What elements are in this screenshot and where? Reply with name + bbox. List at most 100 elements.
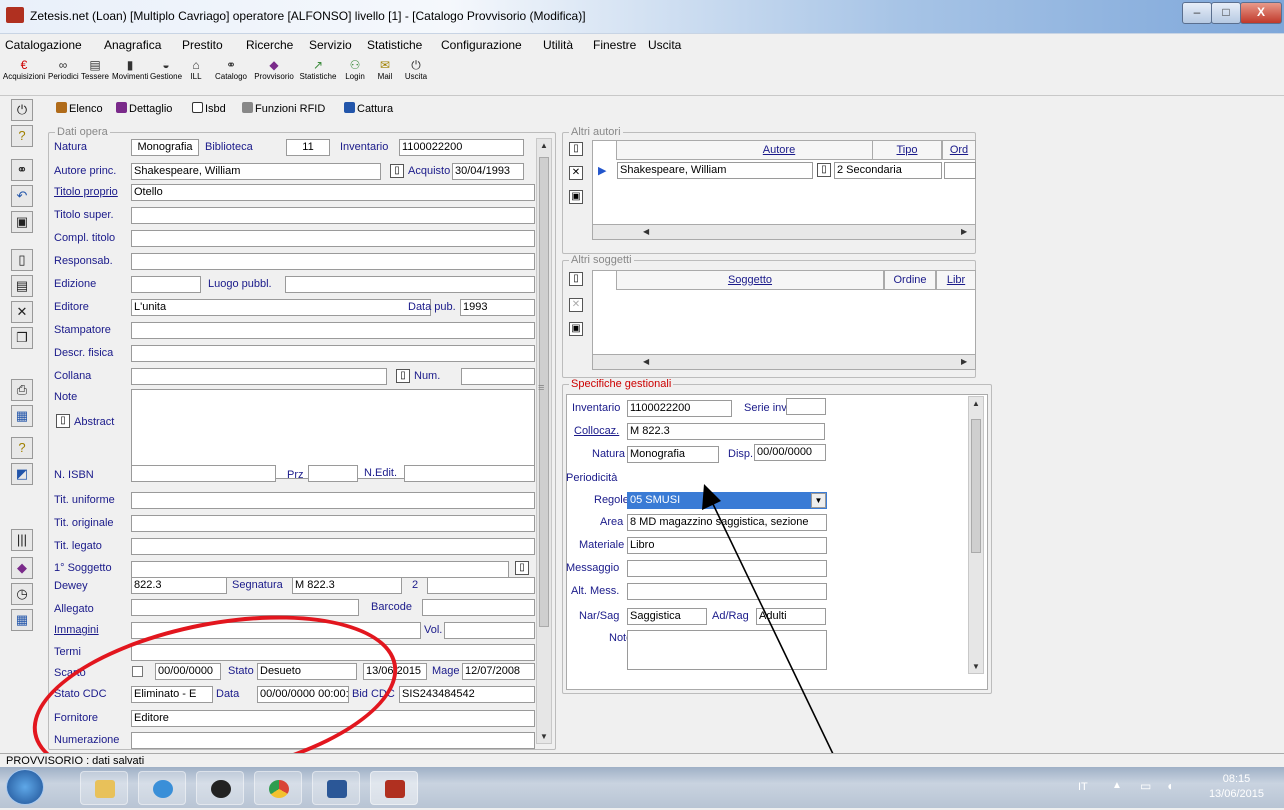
edizione-field[interactable] <box>131 276 201 293</box>
col-ordine[interactable]: Ordine <box>884 270 936 290</box>
collocaz-field[interactable]: M 822.3 <box>627 423 825 440</box>
toolbar-catalogo[interactable]: ⚭ Catalogo <box>212 58 250 94</box>
copy-icon[interactable]: ❐ <box>11 327 33 349</box>
taskbar-chrome[interactable] <box>254 771 302 805</box>
new-icon[interactable]: ▯ <box>569 272 583 286</box>
soggetto-field[interactable] <box>131 561 509 578</box>
soggetti-hscroll[interactable]: ◀ ▶ <box>592 354 976 370</box>
responsab-field[interactable] <box>131 253 535 270</box>
prz-field[interactable] <box>308 465 358 482</box>
toolbar-periodici[interactable]: ∞ Periodici <box>48 58 79 94</box>
save-icon[interactable]: ▣ <box>569 190 583 204</box>
immagini-label[interactable]: Immagini <box>54 624 99 636</box>
num-field[interactable] <box>461 368 535 385</box>
taskbar-zetesis[interactable] <box>370 771 418 805</box>
tit-legato-field[interactable] <box>131 538 535 555</box>
autore-cell[interactable]: Shakespeare, William <box>617 162 813 179</box>
new-icon[interactable]: ▯ <box>56 414 70 428</box>
new-icon[interactable]: ▯ <box>515 561 529 575</box>
toolbar-uscita[interactable]: ⏻ Uscita <box>402 58 430 94</box>
stampatore-field[interactable] <box>131 322 535 339</box>
collana-field[interactable] <box>131 368 387 385</box>
menu-statistiche[interactable]: Statistiche <box>367 38 422 52</box>
scroll-thumb[interactable] <box>971 419 981 553</box>
power-icon[interactable]: ⏻ <box>11 99 33 121</box>
taskbar-explorer[interactable] <box>80 771 128 805</box>
segnatura-field[interactable]: M 822.3 <box>292 577 402 594</box>
clock[interactable]: 08:15 13/06/2015 <box>1209 772 1264 802</box>
toolbar-statistiche[interactable]: ↗ Statistiche <box>298 58 338 94</box>
menu-servizio[interactable]: Servizio <box>309 38 352 52</box>
delete-icon[interactable]: ✕ <box>569 166 583 180</box>
menu-ricerche[interactable]: Ricerche <box>246 38 293 52</box>
toolbar-login[interactable]: ⚇ Login <box>342 58 368 94</box>
autori-hscroll[interactable]: ◀ ▶ <box>592 224 976 240</box>
records2-icon[interactable]: ▦ <box>11 609 33 631</box>
taskbar-word[interactable] <box>312 771 360 805</box>
volume-icon[interactable]: ◖ <box>1166 779 1173 793</box>
taskbar-spotify[interactable] <box>196 771 244 805</box>
natura-field[interactable]: Monografia <box>131 139 199 156</box>
new-icon[interactable]: ▯ <box>817 163 831 177</box>
toolbar-tessere[interactable]: ▤ Tessere <box>80 58 110 94</box>
acquisto-field[interactable]: 30/04/1993 <box>452 163 524 180</box>
save-icon[interactable]: ▣ <box>11 211 33 233</box>
delete-icon[interactable]: ✕ <box>569 298 583 312</box>
vol-field[interactable] <box>444 622 535 639</box>
tit-originale-field[interactable] <box>131 515 535 532</box>
biblioteca-field[interactable]: 11 <box>286 139 330 156</box>
document-icon[interactable]: ▤ <box>11 275 33 297</box>
toolbar-ill[interactable]: ⌂ ILL <box>184 58 208 94</box>
new-icon[interactable]: ▯ <box>569 142 583 156</box>
toolbar-movimenti[interactable]: ▮ Movimenti <box>112 58 148 94</box>
disp-field[interactable]: 00/00/0000 <box>754 444 826 461</box>
taskbar-ie[interactable] <box>138 771 186 805</box>
col-tipo[interactable]: Tipo responsabilità <box>872 140 942 174</box>
new-icon[interactable]: ▯ <box>390 164 404 178</box>
menu-prestito[interactable]: Prestito <box>182 38 223 52</box>
tit-uniforme-field[interactable] <box>131 492 535 509</box>
print-icon[interactable]: ⎙ <box>11 379 33 401</box>
mage-field[interactable]: 12/07/2008 <box>462 663 535 680</box>
titolo-field[interactable]: Otello <box>131 184 535 201</box>
autore-field[interactable]: Shakespeare, William <box>131 163 381 180</box>
scroll-down-icon[interactable]: ▼ <box>540 732 548 741</box>
barcode-field[interactable] <box>422 599 535 616</box>
help2-icon[interactable]: ? <box>11 437 33 459</box>
language-indicator[interactable]: IT <box>1078 781 1088 793</box>
menu-finestre[interactable]: Finestre <box>593 38 636 52</box>
compl-titolo-field[interactable] <box>131 230 535 247</box>
export-icon[interactable]: ◩ <box>11 463 33 485</box>
start-button[interactable] <box>6 769 44 805</box>
toolbar-acquisizioni[interactable]: € Acquisizioni <box>2 58 46 94</box>
col-ord[interactable]: Ord <box>942 140 976 160</box>
toolbar-mail[interactable]: ✉ Mail <box>372 58 398 94</box>
help-icon[interactable]: ? <box>11 125 33 147</box>
scroll-right-icon[interactable]: ▶ <box>961 357 967 366</box>
tab-elenco[interactable]: Elenco <box>56 102 103 115</box>
titolo-super-field[interactable] <box>131 207 535 224</box>
serie-field[interactable] <box>786 398 826 415</box>
minimize-button[interactable]: – <box>1182 2 1212 24</box>
save-icon[interactable]: ▣ <box>569 322 583 336</box>
undo-icon[interactable]: ↶ <box>11 185 33 207</box>
scroll-up-icon[interactable]: ▲ <box>972 399 980 408</box>
data-pub-field[interactable]: 1993 <box>460 299 535 316</box>
tab-cattura[interactable]: Cattura <box>344 102 393 115</box>
segnatura-num-field[interactable] <box>427 577 535 594</box>
clock-icon[interactable]: ◷ <box>11 583 33 605</box>
scroll-left-icon[interactable]: ◀ <box>643 227 649 236</box>
specifiche-scrollbar[interactable]: ▲ ▼ <box>968 396 984 674</box>
ord-cell[interactable] <box>944 162 976 179</box>
allegato-field[interactable] <box>131 599 359 616</box>
menu-utilita[interactable]: Utilità <box>543 38 573 52</box>
descr-fisica-field[interactable] <box>131 345 535 362</box>
scroll-down-icon[interactable]: ▼ <box>972 662 980 671</box>
bid-cdc-field[interactable]: SIS243484542 <box>399 686 535 703</box>
nedit-field[interactable] <box>404 465 535 482</box>
form-scrollbar[interactable]: ▲ ▼ <box>536 138 552 744</box>
records-icon[interactable]: ▦ <box>11 405 33 427</box>
barcode-icon[interactable]: ||| <box>11 529 33 551</box>
close-button[interactable]: X <box>1240 2 1282 24</box>
splitter-grip[interactable]: ≡ <box>538 382 544 394</box>
